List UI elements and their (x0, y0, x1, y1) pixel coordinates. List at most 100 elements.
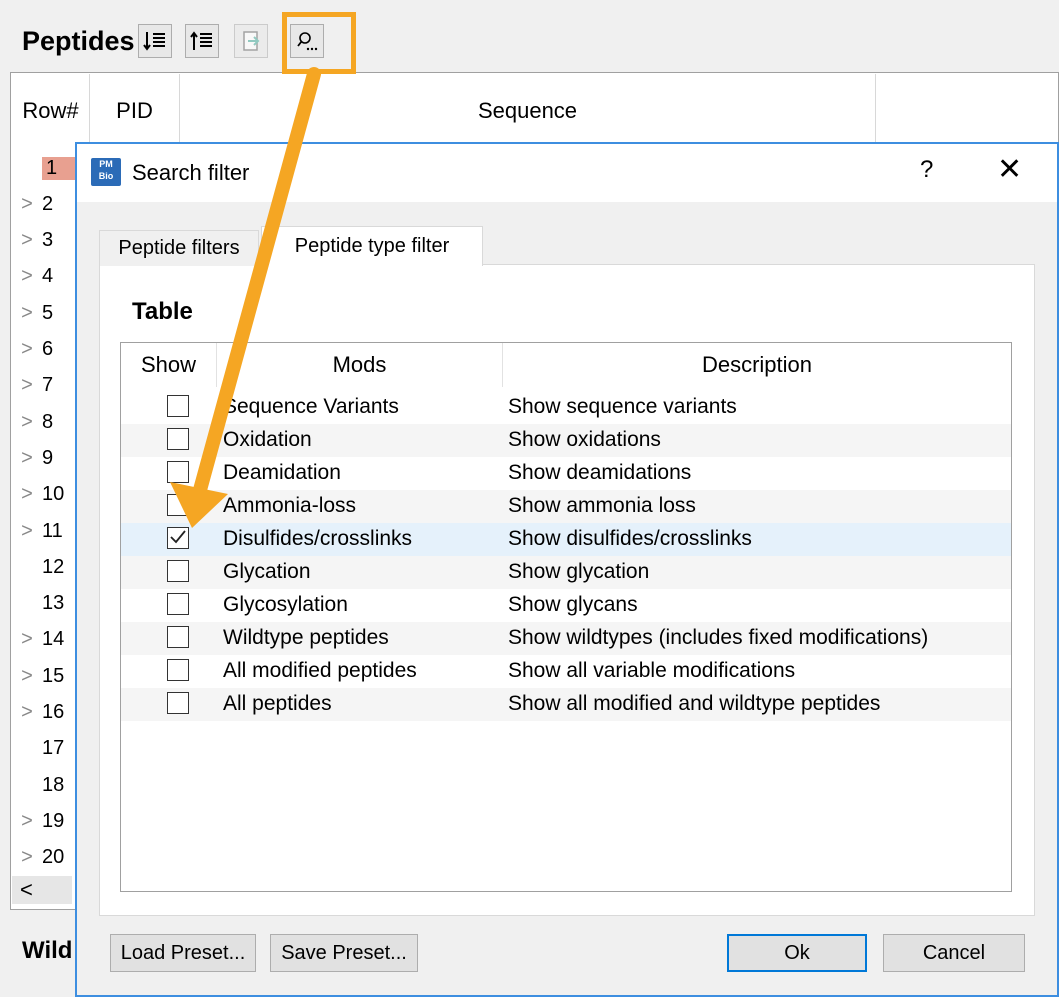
peptide-row[interactable]: >9 (12, 440, 76, 476)
table-row[interactable]: Glycation Show glycation (121, 556, 1011, 589)
ok-button[interactable]: Ok (727, 934, 867, 972)
column-header-pid[interactable]: PID (90, 74, 180, 148)
column-header-sequence[interactable]: Sequence (180, 74, 876, 148)
show-checkbox[interactable] (167, 560, 189, 582)
show-checkbox[interactable] (167, 395, 189, 417)
row-number: 7 (42, 374, 54, 397)
row-number: 3 (42, 229, 54, 252)
lower-panel-title: Wild (22, 937, 73, 964)
peptide-row[interactable]: >8 (12, 404, 76, 440)
peptide-row[interactable]: >16 (12, 695, 76, 731)
mod-description: Show wildtypes (includes fixed modificat… (508, 626, 929, 649)
peptide-row[interactable]: >7 (12, 368, 76, 404)
help-button[interactable]: ? (920, 156, 933, 184)
close-icon[interactable]: ✕ (997, 152, 1022, 187)
peptide-row[interactable]: >20 (12, 840, 76, 876)
row-number: 8 (42, 410, 54, 433)
peptide-row[interactable]: 13 (12, 586, 76, 622)
expand-chevron-icon[interactable]: > (12, 447, 42, 470)
row-number: 9 (42, 446, 54, 469)
table-row[interactable]: Disulfides/crosslinks Show disulfides/cro… (121, 523, 1011, 556)
expand-chevron-icon[interactable]: > (12, 229, 42, 252)
peptide-row[interactable]: >6 (12, 332, 76, 368)
show-checkbox[interactable] (167, 461, 189, 483)
tab-peptide-type-filter[interactable]: Peptide type filter (261, 226, 483, 266)
header-description[interactable]: Description (503, 343, 1011, 387)
peptide-row[interactable]: >10 (12, 477, 76, 513)
mod-name: Disulfides/crosslinks (223, 527, 413, 550)
expand-chevron-icon[interactable]: > (12, 338, 42, 361)
table-row[interactable]: Deamidation Show deamidations (121, 457, 1011, 490)
peptide-row[interactable]: 12 (12, 549, 76, 585)
header-show[interactable]: Show (121, 343, 217, 387)
show-checkbox[interactable] (167, 428, 189, 450)
expand-chevron-icon[interactable]: > (12, 483, 42, 506)
table-row[interactable]: Ammonia-loss Show ammonia loss (121, 490, 1011, 523)
peptide-row[interactable]: >15 (12, 658, 76, 694)
mod-description: Show deamidations (508, 461, 692, 484)
mod-name: Glycation (223, 560, 311, 583)
sort-ascending-icon (190, 31, 212, 50)
load-preset-button[interactable]: Load Preset... (110, 934, 256, 972)
table-row[interactable]: Sequence Variants Show sequence variants (121, 391, 1011, 424)
show-checkbox[interactable] (167, 593, 189, 615)
show-checkbox[interactable] (167, 494, 189, 516)
peptide-row[interactable]: >2 (12, 186, 76, 222)
expand-chevron-icon[interactable]: > (12, 265, 42, 288)
show-checkbox[interactable] (167, 659, 189, 681)
sort-descending-icon (143, 32, 165, 51)
table-row[interactable]: Oxidation Show oxidations (121, 424, 1011, 457)
dialog-titlebar: PM Bio Search filter ? ✕ (77, 144, 1057, 202)
row-number: 15 (42, 664, 65, 687)
expand-chevron-icon[interactable]: > (12, 846, 42, 869)
table-row[interactable]: All modified peptides Show all variable m… (121, 655, 1011, 688)
expand-chevron-icon[interactable]: > (12, 701, 42, 724)
header-mods[interactable]: Mods (217, 343, 503, 387)
table-row[interactable]: Glycosylation Show glycans (121, 589, 1011, 622)
peptide-row[interactable]: >3 (12, 223, 76, 259)
peptide-row[interactable]: >11 (12, 513, 76, 549)
table-row[interactable]: All peptides Show all modified and wildty… (121, 688, 1011, 721)
tab-peptide-filters[interactable]: Peptide filters (99, 230, 259, 266)
section-title: Table (132, 298, 193, 325)
expand-chevron-icon[interactable]: > (12, 520, 42, 543)
sort-descending-button[interactable] (138, 24, 172, 58)
row-number: 14 (42, 628, 65, 651)
row-number: 16 (42, 701, 65, 723)
column-header-row[interactable]: Row# (12, 74, 90, 148)
mod-description: Show glycans (508, 593, 638, 616)
show-checkbox[interactable] (167, 626, 189, 648)
save-preset-button[interactable]: Save Preset... (270, 934, 418, 972)
table-row[interactable]: Wildtype peptides Show wildtypes (include… (121, 622, 1011, 655)
expand-chevron-icon[interactable]: > (12, 411, 42, 434)
expand-chevron-icon[interactable]: > (12, 665, 42, 688)
peptide-row[interactable]: >19 (12, 803, 76, 839)
show-checkbox[interactable] (167, 527, 189, 549)
expand-chevron-icon[interactable]: > (12, 810, 42, 833)
expand-chevron-icon[interactable]: > (12, 193, 42, 216)
peptide-row[interactable]: 1 (12, 150, 76, 186)
peptide-row[interactable]: 18 (12, 767, 76, 803)
expand-chevron-icon[interactable]: > (12, 302, 42, 325)
sort-ascending-button[interactable] (185, 24, 219, 58)
checkmark-icon (170, 530, 186, 544)
export-icon (243, 31, 260, 51)
scroll-left-arrow[interactable]: < (12, 876, 72, 904)
row-number: 19 (42, 809, 65, 832)
row-number: 5 (42, 301, 54, 324)
mod-name: Wildtype peptides (223, 626, 389, 649)
mod-description: Show all modified and wildtype peptides (508, 692, 881, 715)
mod-name: Deamidation (223, 461, 341, 484)
peptide-row[interactable]: >5 (12, 295, 76, 331)
peptide-row[interactable]: >14 (12, 622, 76, 658)
export-button[interactable] (234, 24, 268, 58)
show-checkbox[interactable] (167, 692, 189, 714)
mod-name: All modified peptides (223, 659, 417, 682)
expand-chevron-icon[interactable]: > (12, 628, 42, 651)
mods-table: Show Mods Description Sequence Variants S… (120, 342, 1012, 892)
expand-chevron-icon[interactable]: > (12, 374, 42, 397)
row-number: 12 (42, 555, 65, 578)
peptide-row[interactable]: >4 (12, 259, 76, 295)
cancel-button[interactable]: Cancel (883, 934, 1025, 972)
peptide-row[interactable]: 17 (12, 731, 76, 767)
